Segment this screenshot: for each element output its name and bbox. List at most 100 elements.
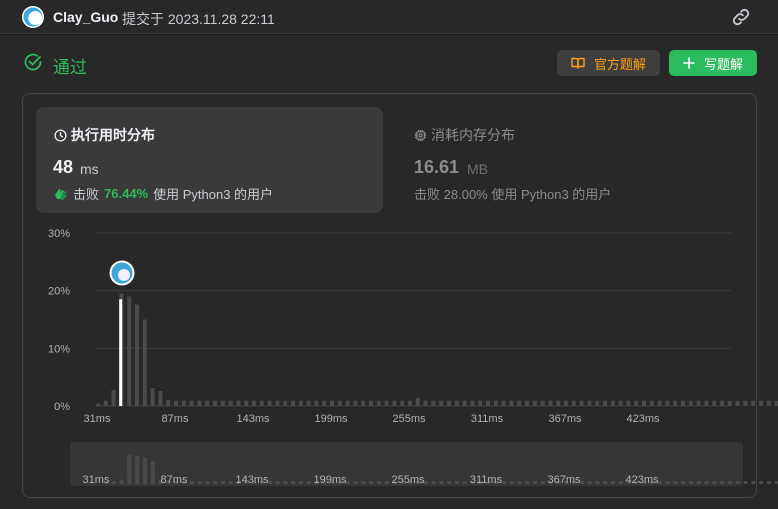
histogram-bar[interactable]: [743, 400, 748, 406]
histogram-bar[interactable]: [213, 400, 217, 406]
histogram-bar[interactable]: [298, 400, 303, 406]
runtime-distribution-chart[interactable]: 0% 10% 20% 30% 31ms 87ms 143ms 199ms 255ms 311ms 3…: [0, 0, 778, 509]
histogram-bar[interactable]: [517, 400, 522, 406]
histogram-bar[interactable]: [361, 400, 366, 406]
histogram-bar[interactable]: [712, 400, 717, 406]
histogram-bar[interactable]: [579, 400, 584, 406]
histogram-bar[interactable]: [197, 400, 202, 406]
histogram-bar[interactable]: [150, 388, 155, 406]
histogram-bar[interactable]: [431, 400, 436, 406]
histogram-bar[interactable]: [322, 400, 327, 406]
histogram-bar[interactable]: [735, 400, 740, 406]
histogram-bar[interactable]: [205, 400, 210, 406]
histogram-bar[interactable]: [439, 400, 444, 406]
histogram-bar[interactable]: [657, 400, 662, 406]
histogram-bar[interactable]: [135, 304, 139, 406]
mini-histogram-bar: [135, 455, 140, 484]
mini-x-tick-label: 255ms: [391, 474, 425, 486]
histogram-bar[interactable]: [158, 391, 163, 406]
histogram-bar[interactable]: [408, 400, 412, 406]
histogram-bar[interactable]: [649, 400, 654, 406]
histogram-bar[interactable]: [166, 399, 171, 406]
histogram-bar[interactable]: [501, 400, 506, 406]
histogram-bar[interactable]: [275, 400, 280, 406]
histogram-bar[interactable]: [400, 400, 405, 406]
histogram-bar[interactable]: [665, 400, 670, 406]
histogram-bar[interactable]: [384, 400, 389, 406]
histogram-bar[interactable]: [447, 400, 451, 406]
histogram-bar[interactable]: [751, 400, 756, 406]
histogram-bar[interactable]: [478, 400, 483, 406]
histogram-bar[interactable]: [766, 400, 771, 406]
mini-x-tick-label: 423ms: [625, 474, 659, 486]
mini-histogram-bar: [189, 481, 194, 484]
histogram-bar[interactable]: [345, 400, 350, 406]
histogram-bar[interactable]: [103, 400, 108, 406]
mini-histogram-bar: [704, 481, 709, 484]
histogram-bar[interactable]: [267, 400, 272, 406]
histogram-bar[interactable]: [696, 400, 701, 406]
histogram-bar[interactable]: [634, 400, 639, 406]
histogram-bar[interactable]: [704, 400, 709, 406]
histogram-bar[interactable]: [681, 400, 685, 406]
histogram-bar[interactable]: [111, 389, 116, 406]
histogram-bar[interactable]: [486, 400, 490, 406]
mini-histogram-bar: [143, 457, 147, 484]
histogram-bar[interactable]: [337, 400, 342, 406]
histogram-bar[interactable]: [688, 400, 693, 406]
histogram-bar[interactable]: [244, 400, 249, 406]
histogram-bar[interactable]: [587, 400, 592, 406]
mini-histogram-bar: [197, 481, 202, 484]
histogram-bar[interactable]: [564, 400, 568, 406]
histogram-bar[interactable]: [369, 400, 373, 406]
histogram-bar[interactable]: [228, 400, 233, 406]
histogram-bar[interactable]: [142, 319, 147, 407]
histogram-bar[interactable]: [673, 400, 678, 406]
histogram-bar[interactable]: [603, 400, 607, 406]
histogram-bar[interactable]: [353, 400, 358, 406]
mini-histogram-bar: [587, 481, 592, 484]
histogram-bar[interactable]: [174, 400, 178, 406]
histogram-bar[interactable]: [330, 400, 334, 406]
histogram-bar[interactable]: [720, 400, 724, 406]
histogram-bar[interactable]: [493, 400, 498, 406]
histogram-bar[interactable]: [306, 400, 311, 406]
histogram-bar[interactable]: [127, 296, 132, 406]
histogram-bar[interactable]: [610, 400, 615, 406]
histogram-bar[interactable]: [556, 400, 561, 406]
histogram-bar[interactable]: [181, 400, 186, 406]
histogram-bar[interactable]: [571, 400, 576, 406]
histogram-bar[interactable]: [189, 400, 194, 406]
histogram-bar[interactable]: [509, 400, 514, 406]
histogram-bar[interactable]: [252, 400, 256, 406]
histogram-bar[interactable]: [548, 400, 553, 406]
x-tick-label: 199ms: [314, 413, 348, 425]
histogram-bar[interactable]: [532, 400, 537, 406]
histogram-bar[interactable]: [376, 400, 381, 406]
histogram-bar[interactable]: [314, 400, 319, 406]
histogram-bar[interactable]: [291, 400, 295, 406]
histogram-bar[interactable]: [470, 400, 475, 406]
histogram-bar[interactable]: [392, 400, 397, 406]
histogram-bar[interactable]: [415, 397, 420, 406]
histogram-bar[interactable]: [759, 400, 763, 406]
histogram-bar[interactable]: [454, 400, 459, 406]
histogram-bar[interactable]: [96, 403, 100, 406]
histogram-bar[interactable]: [220, 400, 225, 406]
histogram-bar[interactable]: [774, 400, 778, 406]
histogram-bar[interactable]: [626, 400, 631, 406]
histogram-bar[interactable]: [236, 400, 241, 406]
mini-histogram-bar: [361, 481, 366, 484]
mini-histogram-bar: [728, 481, 732, 484]
histogram-bar[interactable]: [727, 400, 732, 406]
histogram-bar[interactable]: [462, 400, 467, 406]
histogram-bar[interactable]: [540, 400, 545, 406]
histogram-bar[interactable]: [283, 400, 288, 406]
histogram-bar[interactable]: [423, 400, 428, 406]
histogram-bar[interactable]: [595, 400, 600, 406]
histogram-bar[interactable]: [259, 400, 264, 406]
histogram-bar[interactable]: [525, 400, 529, 406]
y-tick-label: 20%: [48, 286, 70, 298]
histogram-bar[interactable]: [618, 400, 623, 406]
histogram-bar[interactable]: [642, 400, 646, 406]
